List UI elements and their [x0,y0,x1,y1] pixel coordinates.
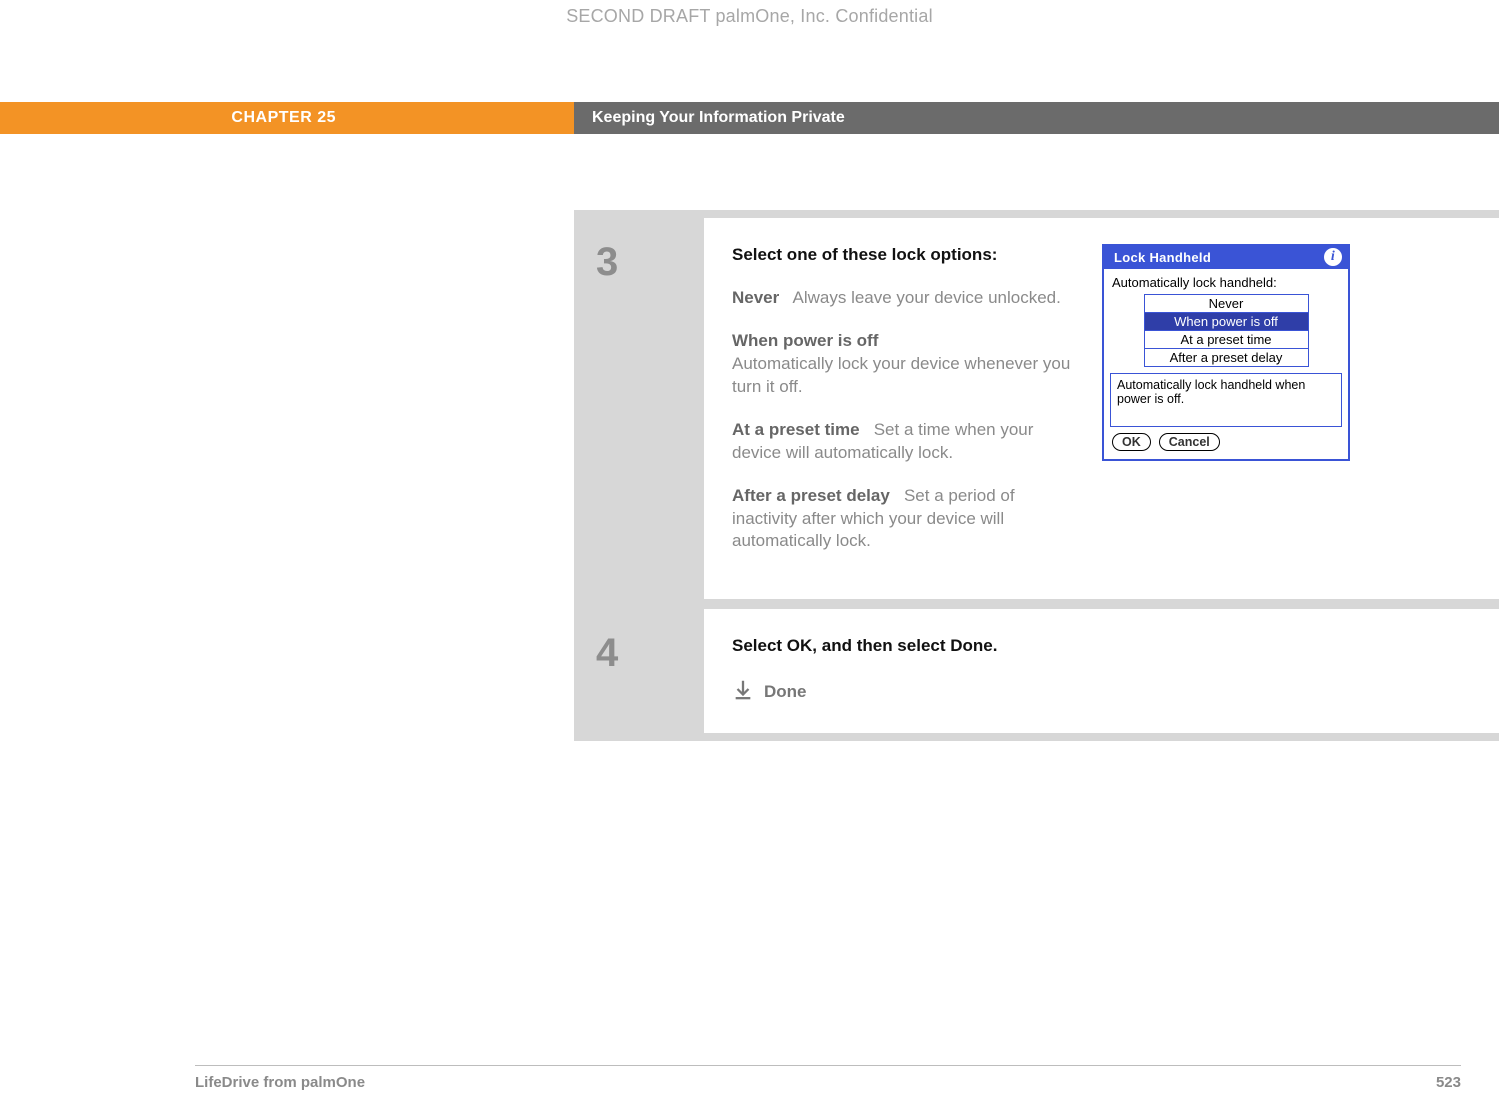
step-lead: Select one of these lock options: [732,244,1072,267]
step-text: Select OK, and then select Done. Done [732,635,997,707]
lock-description: Automatically lock handheld when power i… [1110,373,1342,427]
option-label: When power is off [732,330,1072,353]
step-lead: Select OK, and then select Done. [732,635,997,658]
step-4: 4 Select OK, and then select Done. Done [574,609,1499,733]
step-text: Select one of these lock options: Never … [732,244,1072,573]
lock-dialog-title: Lock Handheld [1114,250,1211,265]
chapter-label: CHAPTER 25 [0,102,574,134]
lock-option-preset-delay[interactable]: After a preset delay [1145,349,1308,366]
chapter-bar: CHAPTER 25 Keeping Your Information Priv… [0,102,1499,134]
lock-dialog-titlebar: Lock Handheld i [1104,246,1348,269]
option-power-off: When power is off Automatically lock you… [732,330,1072,399]
done-indicator: Done [732,678,997,707]
ok-button[interactable]: OK [1112,433,1151,451]
option-label: After a preset delay [732,486,890,505]
lock-handheld-screenshot: Lock Handheld i Automatically lock handh… [1102,244,1350,573]
step-body: Select one of these lock options: Never … [704,218,1499,599]
option-never: Never Always leave your device unlocked. [732,287,1072,310]
steps-container: 3 Select one of these lock options: Neve… [574,210,1499,741]
step-number: 4 [574,609,704,733]
option-preset-delay: After a preset delay Set a period of ina… [732,485,1072,554]
chapter-title: Keeping Your Information Private [574,102,1499,134]
step-number: 3 [574,218,704,599]
option-preset-time: At a preset time Set a time when your de… [732,419,1072,465]
arrow-down-icon [732,678,754,707]
option-label: Never [732,288,779,307]
lock-option-preset-time[interactable]: At a preset time [1145,331,1308,349]
footer-page-number: 523 [1436,1074,1461,1091]
draft-header: SECOND DRAFT palmOne, Inc. Confidential [0,6,1499,27]
lock-caption: Automatically lock handheld: [1110,275,1342,294]
lock-buttons: OK Cancel [1110,427,1342,451]
page-footer: LifeDrive from palmOne 523 [195,1065,1461,1091]
option-label: At a preset time [732,420,860,439]
info-icon[interactable]: i [1324,248,1342,266]
lock-options-list: Never When power is off At a preset time… [1144,294,1309,367]
lock-option-never[interactable]: Never [1145,295,1308,313]
step-3: 3 Select one of these lock options: Neve… [574,218,1499,599]
cancel-button[interactable]: Cancel [1159,433,1220,451]
done-label: Done [764,681,807,704]
lock-dialog-body: Automatically lock handheld: Never When … [1104,269,1348,459]
option-desc: Always leave your device unlocked. [793,288,1061,307]
option-desc: Automatically lock your device whenever … [732,353,1072,399]
footer-product: LifeDrive from palmOne [195,1074,365,1091]
lock-option-power-off[interactable]: When power is off [1145,313,1308,331]
lock-dialog: Lock Handheld i Automatically lock handh… [1102,244,1350,461]
step-body: Select OK, and then select Done. Done [704,609,1499,733]
